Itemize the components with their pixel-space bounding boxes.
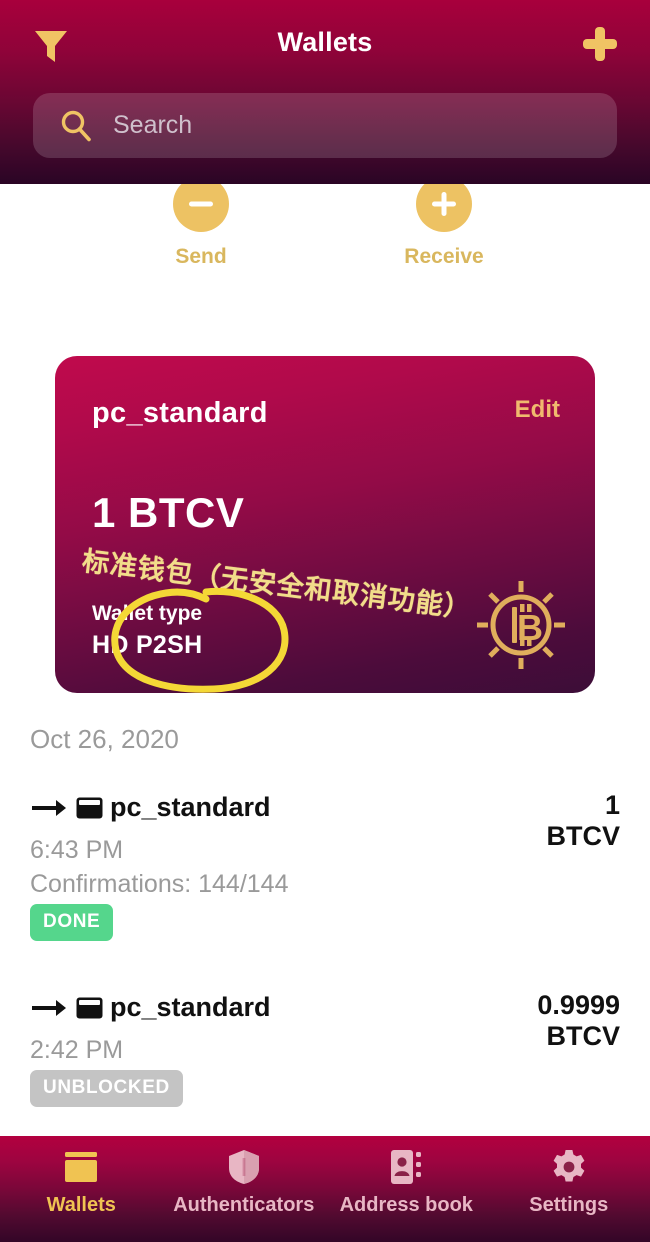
receive-label: Receive bbox=[404, 245, 484, 268]
search-icon bbox=[59, 109, 93, 143]
transaction-header: pc_standard bbox=[30, 792, 271, 823]
gear-icon bbox=[488, 1148, 650, 1186]
transaction-confirmations: Confirmations: 144/144 bbox=[30, 870, 289, 898]
transaction-header: pc_standard bbox=[30, 992, 271, 1023]
status-badge: UNBLOCKED bbox=[30, 1070, 183, 1107]
svg-text:B: B bbox=[517, 607, 543, 648]
transaction-title: pc_standard bbox=[110, 792, 271, 822]
minus-circle-icon bbox=[173, 184, 229, 232]
transaction-amount-unit: BTCV bbox=[546, 821, 621, 851]
wallet-type-value: HD P2SH bbox=[92, 631, 203, 659]
arrow-right-icon bbox=[30, 795, 68, 821]
transaction-amount: 0.9999 BTCV bbox=[380, 990, 620, 1052]
transaction-amount-unit: BTCV bbox=[546, 1021, 621, 1051]
transaction-amount-value: 1 bbox=[604, 790, 620, 820]
wallet-actions: Send Receive bbox=[0, 184, 650, 284]
nav-item-address-book[interactable]: Address book bbox=[325, 1136, 488, 1242]
wallet-icon bbox=[76, 797, 103, 819]
wallet-card[interactable]: pc_standard Edit 1 BTCV Wallet type HD P… bbox=[55, 356, 595, 693]
nav-label: Address book bbox=[339, 1194, 473, 1216]
wallet-card-name: pc_standard bbox=[92, 397, 268, 429]
nav-item-authenticators[interactable]: Authenticators bbox=[163, 1136, 326, 1242]
wallet-type-label: Wallet type bbox=[92, 602, 203, 625]
transaction-time: 2:42 PM bbox=[30, 1036, 124, 1064]
bitcoin-vault-icon: B bbox=[475, 579, 567, 671]
page-title: Wallets bbox=[277, 27, 373, 57]
search-input[interactable] bbox=[113, 105, 617, 146]
bottom-navigation: Wallets Authenticators Address book Sett… bbox=[0, 1136, 650, 1242]
contact-book-icon bbox=[325, 1148, 488, 1186]
send-button[interactable]: Send bbox=[136, 184, 266, 269]
transaction-amount: 1 BTCV bbox=[380, 790, 621, 852]
nav-item-wallets[interactable]: Wallets bbox=[0, 1136, 163, 1242]
arrow-right-icon bbox=[30, 995, 68, 1021]
status-badge: DONE bbox=[30, 904, 114, 941]
send-label: Send bbox=[175, 245, 227, 268]
wallet-app-screen: Wallets Send bbox=[0, 0, 650, 1242]
wallet-icon bbox=[0, 1148, 163, 1186]
nav-item-settings[interactable]: Settings bbox=[488, 1136, 650, 1242]
wallet-icon bbox=[76, 997, 103, 1019]
nav-label: Authenticators bbox=[173, 1194, 315, 1216]
add-wallet-plus-icon[interactable] bbox=[578, 22, 622, 66]
transaction-time: 6:43 PM bbox=[30, 836, 124, 864]
shield-icon bbox=[163, 1148, 326, 1186]
scroll-content: Send Receive pc_standard Edit 1 BTCV Wal… bbox=[0, 184, 650, 1136]
nav-label: Settings bbox=[529, 1194, 609, 1216]
edit-wallet-link[interactable]: Edit bbox=[515, 396, 560, 424]
transaction-amount-value: 0.9999 bbox=[537, 990, 620, 1020]
search-bar[interactable] bbox=[33, 93, 617, 158]
nav-label: Wallets bbox=[46, 1194, 116, 1216]
plus-circle-icon bbox=[416, 184, 472, 232]
wallet-balance: 1 BTCV bbox=[92, 489, 245, 536]
header-bar: Wallets bbox=[0, 0, 650, 90]
app-header: Wallets bbox=[0, 0, 650, 184]
transaction-date-header: Oct 26, 2020 bbox=[30, 724, 179, 754]
transaction-title: pc_standard bbox=[110, 992, 271, 1022]
receive-button[interactable]: Receive bbox=[379, 184, 509, 269]
